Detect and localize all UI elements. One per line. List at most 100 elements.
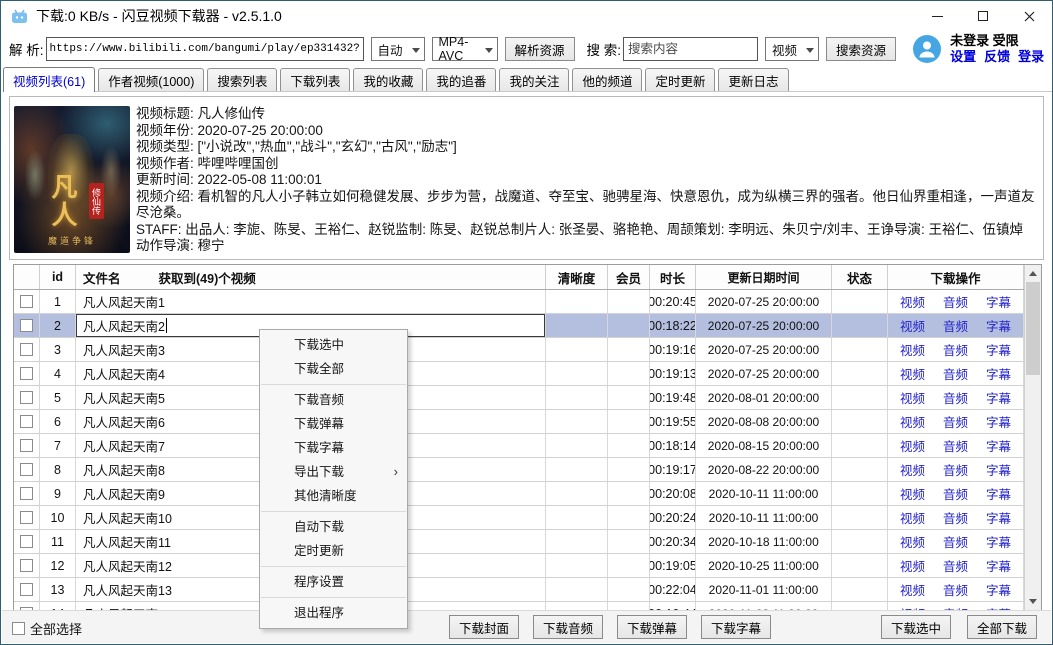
menu-auto-download[interactable]: 自动下载 — [260, 515, 407, 539]
download-audio-button[interactable]: 下载音频 — [533, 615, 603, 639]
audio-link[interactable]: 音频 — [943, 436, 968, 455]
table-row[interactable]: 6凡人风起天南600:19:552020-08-08 20:00:00视频音频字… — [14, 410, 1024, 434]
audio-link[interactable]: 音频 — [943, 412, 968, 431]
download-subtitle-button[interactable]: 下载字幕 — [701, 615, 771, 639]
audio-link[interactable]: 音频 — [943, 364, 968, 383]
menu-download-selected[interactable]: 下载选中 — [260, 333, 407, 357]
tab-my-favorites[interactable]: 我的收藏 — [353, 68, 423, 91]
row-checkbox[interactable] — [20, 487, 33, 500]
select-all-checkbox[interactable]: 全部选择 — [12, 619, 82, 638]
table-row[interactable]: 1凡人风起天南100:20:452020-07-25 20:00:00视频音频字… — [14, 290, 1024, 314]
video-link[interactable]: 视频 — [900, 532, 925, 551]
format-select[interactable]: MP4-AVC — [432, 37, 498, 61]
row-checkbox[interactable] — [20, 319, 33, 332]
table-row[interactable]: 3凡人风起天南300:19:162020-07-25 20:00:00视频音频字… — [14, 338, 1024, 362]
subtitle-link[interactable]: 字幕 — [986, 508, 1011, 527]
audio-link[interactable]: 音频 — [943, 340, 968, 359]
tab-my-bangumi[interactable]: 我的追番 — [426, 68, 496, 91]
audio-link[interactable]: 音频 — [943, 460, 968, 479]
row-checkbox[interactable] — [20, 415, 33, 428]
tab-download-list[interactable]: 下载列表 — [280, 68, 350, 91]
audio-link[interactable]: 音频 — [943, 388, 968, 407]
table-row[interactable]: 2凡人风起天南200:18:222020-07-25 20:00:00视频音频字… — [14, 314, 1024, 338]
table-row[interactable]: 4凡人风起天南400:19:132020-07-25 20:00:00视频音频字… — [14, 362, 1024, 386]
menu-export-download[interactable]: 导出下载› — [260, 460, 407, 484]
scroll-down-button[interactable] — [1025, 593, 1041, 610]
video-link[interactable]: 视频 — [900, 508, 925, 527]
tab-search-list[interactable]: 搜索列表 — [207, 68, 277, 91]
video-link[interactable]: 视频 — [900, 556, 925, 575]
row-checkbox[interactable] — [20, 511, 33, 524]
menu-download-danmaku[interactable]: 下载弹幕 — [260, 412, 407, 436]
close-button[interactable] — [1006, 1, 1052, 31]
scroll-up-button[interactable] — [1025, 265, 1041, 282]
tab-scheduled-update[interactable]: 定时更新 — [645, 68, 715, 91]
audio-link[interactable]: 音频 — [943, 292, 968, 311]
menu-download-audio[interactable]: 下载音频 — [260, 388, 407, 412]
menu-program-settings[interactable]: 程序设置 — [260, 570, 407, 594]
row-checkbox[interactable] — [20, 367, 33, 380]
tab-my-follows[interactable]: 我的关注 — [499, 68, 569, 91]
audio-link[interactable]: 音频 — [943, 580, 968, 599]
subtitle-link[interactable]: 字幕 — [986, 316, 1011, 335]
tab-his-channel[interactable]: 他的频道 — [572, 68, 642, 91]
video-link[interactable]: 视频 — [900, 388, 925, 407]
subtitle-link[interactable]: 字幕 — [986, 292, 1011, 311]
menu-scheduled-update[interactable]: 定时更新 — [260, 539, 407, 563]
row-checkbox[interactable] — [20, 535, 33, 548]
row-checkbox[interactable] — [20, 343, 33, 356]
search-input[interactable] — [623, 37, 758, 61]
menu-download-subtitle[interactable]: 下载字幕 — [260, 436, 407, 460]
subtitle-link[interactable]: 字幕 — [986, 484, 1011, 503]
search-resource-button[interactable]: 搜索资源 — [826, 37, 896, 61]
audio-link[interactable]: 音频 — [943, 484, 968, 503]
row-checkbox[interactable] — [20, 583, 33, 596]
feedback-link[interactable]: 反馈 — [984, 49, 1010, 65]
quality-select[interactable]: 自动 — [371, 37, 425, 61]
row-checkbox[interactable] — [20, 391, 33, 404]
menu-other-quality[interactable]: 其他清晰度 — [260, 484, 407, 508]
subtitle-link[interactable]: 字幕 — [986, 580, 1011, 599]
subtitle-link[interactable]: 字幕 — [986, 532, 1011, 551]
video-link[interactable]: 视频 — [900, 436, 925, 455]
subtitle-link[interactable]: 字幕 — [986, 340, 1011, 359]
video-link[interactable]: 视频 — [900, 292, 925, 311]
tab-update-log[interactable]: 更新日志 — [718, 68, 788, 91]
video-link[interactable]: 视频 — [900, 412, 925, 431]
video-link[interactable]: 视频 — [900, 316, 925, 335]
menu-exit-program[interactable]: 退出程序 — [260, 601, 407, 625]
download-selected-button[interactable]: 下载选中 — [881, 615, 951, 639]
table-row[interactable]: 12凡人风起天南1200:19:052020-10-25 11:00:00视频音… — [14, 554, 1024, 578]
row-checkbox[interactable] — [20, 295, 33, 308]
settings-link[interactable]: 设置 — [950, 49, 976, 65]
login-link[interactable]: 登录 — [1018, 49, 1044, 65]
maximize-button[interactable] — [960, 1, 1006, 31]
table-row[interactable]: 7凡人风起天南700:18:142020-08-15 20:00:00视频音频字… — [14, 434, 1024, 458]
minimize-button[interactable] — [914, 1, 960, 31]
url-input[interactable] — [46, 37, 364, 61]
video-link[interactable]: 视频 — [900, 364, 925, 383]
table-row[interactable]: 9凡人风起天南900:20:082020-10-11 11:00:00视频音频字… — [14, 482, 1024, 506]
audio-link[interactable]: 音频 — [943, 556, 968, 575]
menu-download-all[interactable]: 下载全部 — [260, 357, 407, 381]
video-link[interactable]: 视频 — [900, 340, 925, 359]
avatar[interactable] — [912, 34, 942, 64]
download-cover-button[interactable]: 下载封面 — [449, 615, 519, 639]
scrollbar-thumb[interactable] — [1026, 282, 1040, 375]
tab-video-list[interactable]: 视频列表(61) — [3, 67, 95, 92]
row-checkbox[interactable] — [20, 463, 33, 476]
row-checkbox[interactable] — [20, 439, 33, 452]
video-link[interactable]: 视频 — [900, 484, 925, 503]
search-type-select[interactable]: 视频 — [765, 37, 819, 61]
table-row[interactable]: 13凡人风起天南1300:22:042020-11-01 11:00:00视频音… — [14, 578, 1024, 602]
subtitle-link[interactable]: 字幕 — [986, 412, 1011, 431]
video-link[interactable]: 视频 — [900, 580, 925, 599]
tab-author-videos[interactable]: 作者视频(1000) — [98, 68, 204, 91]
vertical-scrollbar[interactable] — [1024, 265, 1041, 610]
download-all-button[interactable]: 全部下载 — [967, 615, 1037, 639]
subtitle-link[interactable]: 字幕 — [986, 388, 1011, 407]
subtitle-link[interactable]: 字幕 — [986, 556, 1011, 575]
row-checkbox[interactable] — [20, 559, 33, 572]
table-row[interactable]: 10凡人风起天南1000:20:242020-10-11 11:00:00视频音… — [14, 506, 1024, 530]
subtitle-link[interactable]: 字幕 — [986, 364, 1011, 383]
